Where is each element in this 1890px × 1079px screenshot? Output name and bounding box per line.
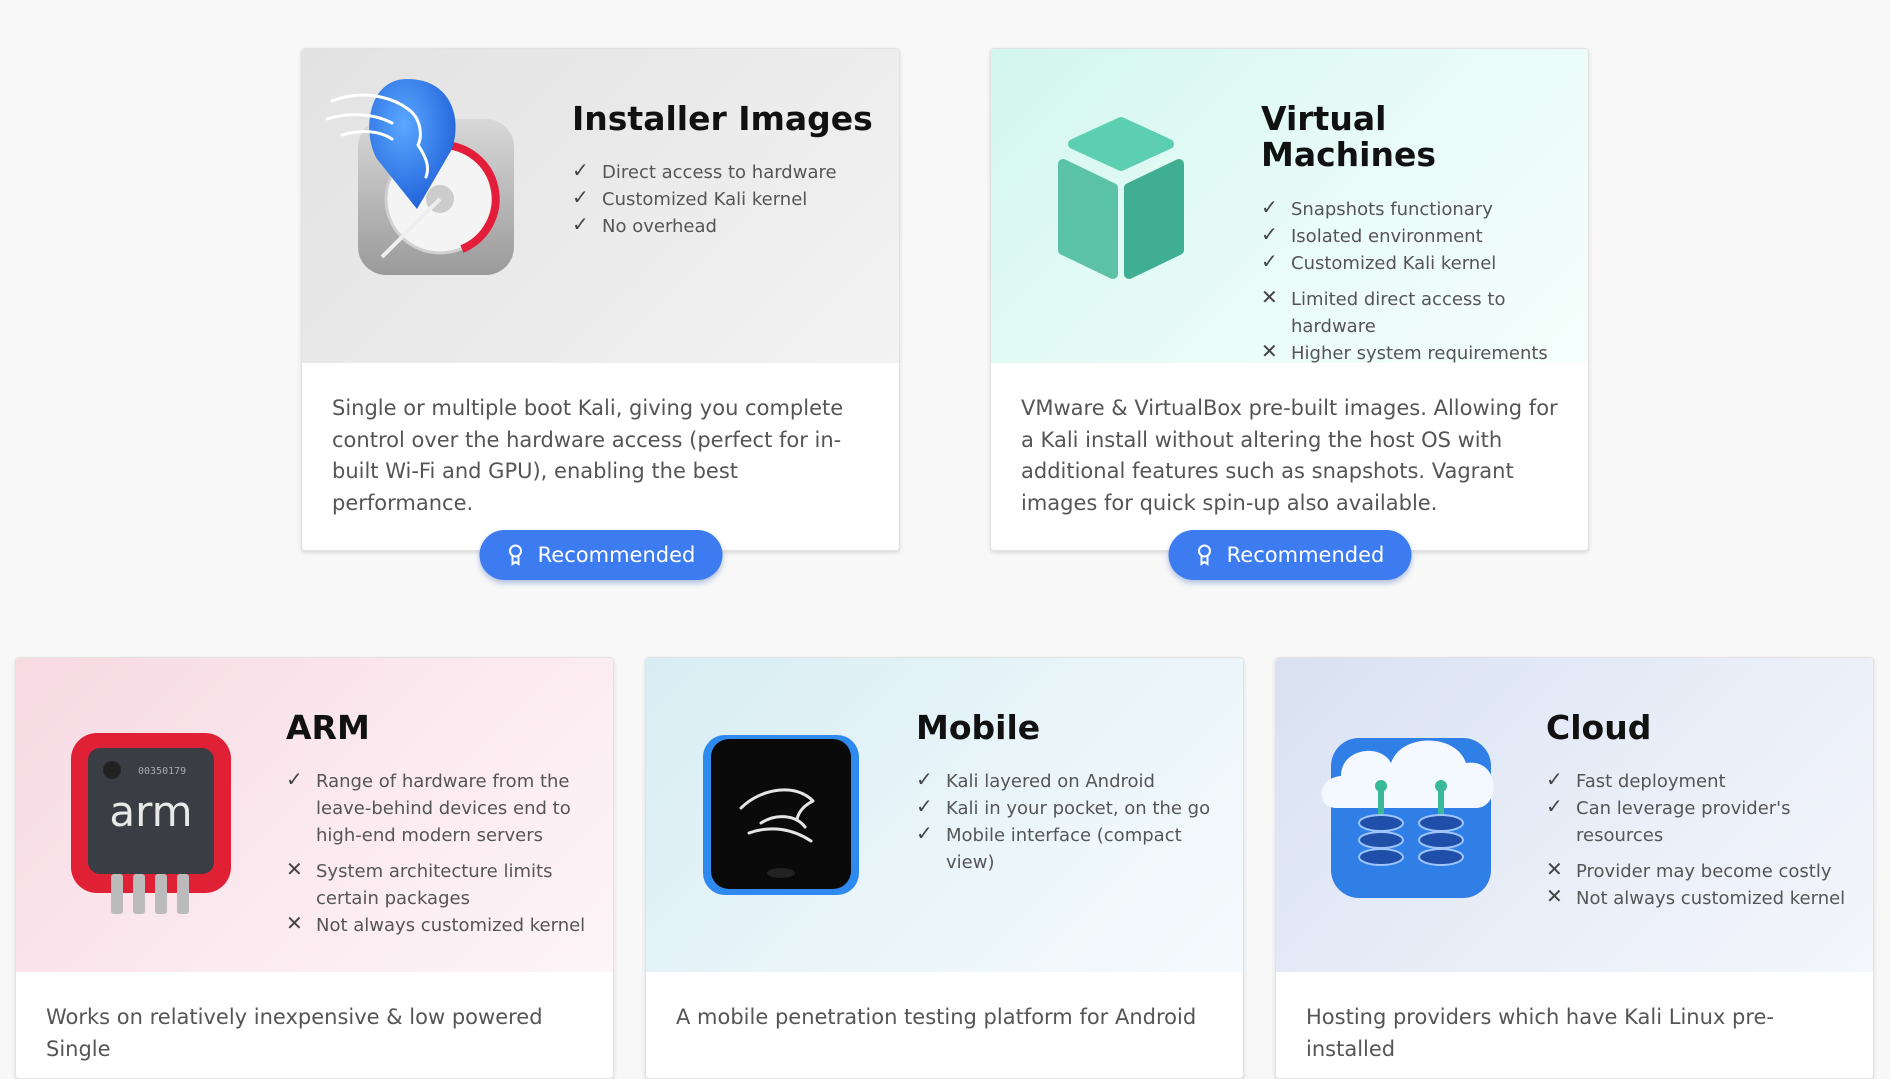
card-header: Cloud ✓ Fast deployment ✓ Can leverage pro… — [1276, 658, 1873, 972]
pro-item: ✓ Direct access to hardware — [572, 158, 837, 184]
recommended-button[interactable]: Recommended — [1168, 530, 1411, 580]
card-header: 00350179 arm ARM ✓ Range of hardware from… — [16, 658, 613, 972]
check-icon: ✓ — [572, 158, 589, 183]
card-description: Works on relatively inexpensive & low po… — [46, 1005, 543, 1061]
award-icon — [1198, 544, 1212, 566]
card-description: Single or multiple boot Kali, giving you… — [332, 396, 844, 515]
card-title: Installer Images — [572, 99, 873, 138]
card-title: Virtual Machines — [1261, 99, 1436, 175]
card-header: Installer Images ✓ Direct access to hardw… — [302, 49, 899, 363]
card-info: Cloud ✓ Fast deployment ✓ Can leverage pro… — [1546, 708, 1853, 912]
card-installer-images[interactable]: Installer Images ✓ Direct access to hardw… — [301, 48, 900, 580]
check-icon: ✓ — [286, 767, 303, 792]
card-description: A mobile penetration testing platform fo… — [676, 1005, 1197, 1029]
award-icon — [509, 544, 523, 566]
cross-icon: ✕ — [286, 857, 303, 882]
pro-item: ✓ Range of hardware from the leave-behind… — [286, 767, 571, 847]
recommended-button[interactable]: Recommended — [479, 530, 722, 580]
con-item: ✕ Higher system requirements — [1261, 338, 1548, 363]
check-icon: ✓ — [916, 794, 933, 819]
feature-list: ✓ Fast deployment ✓ Can leverage provider'… — [1546, 767, 1853, 912]
feature-list: ✓ Kali layered on Android ✓ Kali in your p… — [916, 767, 1223, 876]
card-info: ARM ✓ Range of hardware from the leave-be… — [286, 708, 593, 939]
arm-chip-icon: 00350179 arm — [66, 728, 266, 948]
con-item: ✕ Provider may become costly — [1546, 857, 1832, 883]
pro-item: ✓ Can leverage provider's resources — [1546, 794, 1791, 847]
feature-list: ✓ Direct access to hardware ✓ Customized K… — [572, 158, 879, 240]
card-info: Installer Images ✓ Direct access to hardw… — [572, 99, 879, 240]
check-icon: ✓ — [916, 767, 933, 792]
cross-icon: ✕ — [1261, 338, 1278, 363]
check-icon: ✓ — [572, 212, 589, 237]
card-cloud[interactable]: Cloud ✓ Fast deployment ✓ Can leverage pro… — [1275, 657, 1874, 1079]
card-title: ARM — [286, 708, 370, 747]
card-virtual-machines[interactable]: Virtual Machines ✓ Snapshots functionary … — [990, 48, 1589, 580]
pro-item: ✓ Customized Kali kernel — [1261, 248, 1497, 274]
check-icon: ✓ — [1546, 794, 1563, 819]
pro-item: ✓ Mobile interface (compact view) — [916, 821, 1182, 874]
check-icon: ✓ — [916, 821, 933, 846]
card-arm[interactable]: 00350179 arm ARM ✓ Range of hardware from… — [15, 657, 614, 1079]
con-item: ✕ Not always customized kernel — [286, 911, 586, 937]
cube-icon — [1041, 114, 1241, 334]
con-item: ✕ Not always customized kernel — [1546, 884, 1846, 910]
pro-item: ✓ Fast deployment — [1546, 767, 1726, 793]
recommended-label: Recommended — [537, 543, 696, 567]
cross-icon: ✕ — [286, 911, 303, 936]
pro-item: ✓ Customized Kali kernel — [572, 185, 808, 211]
check-icon: ✓ — [572, 185, 589, 210]
card-description: Hosting providers which have Kali Linux … — [1306, 1005, 1774, 1061]
cloud-database-icon — [1316, 728, 1516, 948]
check-icon: ✓ — [1261, 248, 1278, 273]
svg-text:00350179: 00350179 — [138, 766, 186, 777]
pro-item: ✓ Isolated environment — [1261, 221, 1483, 247]
feature-list: ✓ Range of hardware from the leave-behind… — [286, 767, 593, 939]
svg-text:arm: arm — [109, 787, 192, 836]
card-header: Virtual Machines ✓ Snapshots functionary … — [991, 49, 1588, 363]
card-title: Cloud — [1546, 708, 1652, 747]
card-header: Mobile ✓ Kali layered on Android ✓ Kali in… — [646, 658, 1243, 972]
card-mobile[interactable]: Mobile ✓ Kali layered on Android ✓ Kali in… — [645, 657, 1244, 1079]
card-title: Mobile — [916, 708, 1041, 747]
cross-icon: ✕ — [1546, 884, 1563, 909]
check-icon: ✓ — [1261, 221, 1278, 246]
pro-item: ✓ Snapshots functionary — [1261, 194, 1493, 220]
cross-icon: ✕ — [1261, 284, 1278, 309]
con-item: ✕ Limited direct access to hardware — [1261, 284, 1506, 337]
card-info: Mobile ✓ Kali layered on Android ✓ Kali in… — [916, 708, 1223, 876]
con-item: ✕ System architecture limits certain pack… — [286, 857, 553, 910]
pro-item: ✓ Kali layered on Android — [916, 767, 1155, 793]
feature-list: ✓ Snapshots functionary ✓ Isolated environ… — [1261, 194, 1568, 363]
pro-item: ✓ No overhead — [572, 212, 717, 238]
pro-item: ✓ Kali in your pocket, on the go — [916, 794, 1211, 820]
card-info: Virtual Machines ✓ Snapshots functionary … — [1261, 99, 1568, 363]
phone-dragon-icon — [701, 733, 901, 953]
recommended-label: Recommended — [1226, 543, 1385, 567]
check-icon: ✓ — [1546, 767, 1563, 792]
hard-drive-dragon-icon — [322, 79, 522, 299]
cross-icon: ✕ — [1546, 857, 1563, 882]
check-icon: ✓ — [1261, 194, 1278, 219]
card-description: VMware & VirtualBox pre-built images. Al… — [1021, 396, 1558, 515]
